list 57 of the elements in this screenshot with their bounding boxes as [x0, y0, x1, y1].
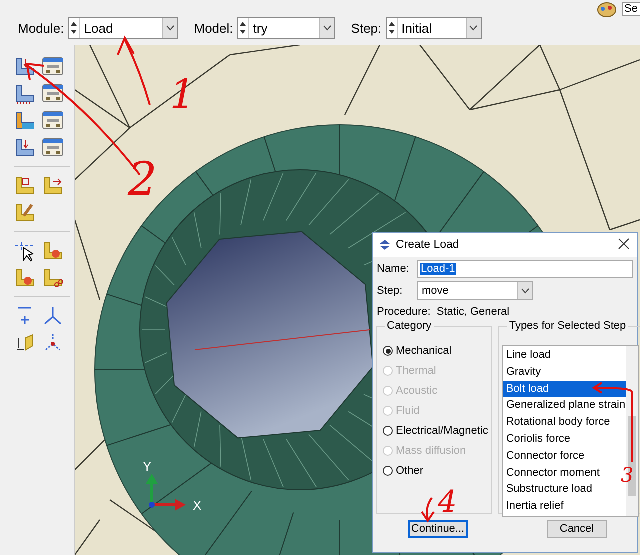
dialog-app-icon	[379, 240, 391, 250]
spinner-arrows-icon[interactable]	[388, 20, 396, 36]
axis-label: X	[193, 498, 202, 513]
field-label: Step:	[377, 284, 404, 296]
annotation-arrow	[421, 497, 435, 523]
step-dropdown[interactable]: move	[417, 281, 533, 300]
table-icon[interactable]	[42, 82, 64, 104]
axis-triad-drawing	[146, 474, 186, 511]
pick-icon[interactable]	[14, 240, 36, 262]
load-type-item[interactable]: Bolt load	[503, 380, 626, 398]
load-icon[interactable]	[14, 56, 36, 78]
category-option-label: Mechanical	[396, 345, 452, 357]
handwritten-number: 4	[438, 485, 458, 520]
radio-button[interactable]	[383, 426, 393, 436]
name-field[interactable]: Load-1	[417, 260, 633, 278]
procedure-label: Procedure:	[377, 306, 431, 318]
spinner-arrows-icon[interactable]	[70, 20, 78, 36]
radio-button[interactable]	[383, 346, 393, 356]
selector-label: Model:	[194, 20, 234, 36]
load-type-item[interactable]: Line load	[503, 347, 626, 364]
radio-button[interactable]	[383, 466, 393, 476]
load-type-item[interactable]: Rotational body force	[503, 414, 626, 431]
load-type-item[interactable]: Coriolis force	[503, 430, 626, 448]
selector-combo[interactable]: try	[237, 17, 336, 39]
selector-label: Step:	[351, 20, 382, 36]
category-option-label: Mass diffusion	[396, 445, 466, 457]
group-title: Category	[385, 320, 434, 332]
axis-label: Y	[143, 459, 152, 474]
procedure-value: Static, General	[436, 306, 510, 318]
search-field[interactable]: Se	[622, 2, 640, 16]
table-icon[interactable]	[42, 110, 64, 132]
category-option-label: Acoustic	[396, 385, 438, 397]
load-type-item[interactable]: Gravity	[503, 364, 626, 381]
load-type-item[interactable]: Inertia relief	[503, 498, 626, 515]
selector-combo[interactable]: Initial	[386, 17, 482, 39]
selector-label: Module:	[18, 20, 64, 36]
table-icon[interactable]	[42, 136, 64, 158]
load-type-item[interactable]: Connector force	[503, 448, 626, 465]
load-type-item[interactable]: Generalized plane strain	[503, 397, 626, 414]
load-icon[interactable]	[14, 136, 36, 158]
category-option-label: Electrical/Magnetic	[396, 425, 488, 437]
table-icon[interactable]	[42, 56, 64, 78]
group-title: Types for Selected Step	[507, 320, 628, 332]
datum-icon[interactable]	[14, 332, 36, 354]
selector-combo[interactable]: Load	[68, 17, 178, 39]
category-option-label: Other	[396, 465, 424, 477]
category-option-label: Fluid	[396, 405, 420, 417]
continue-button[interactable]: Continue...	[408, 520, 468, 538]
handwritten-number: 2	[128, 152, 158, 206]
dialog-title: Create Load	[396, 239, 460, 251]
spinner-arrows-icon[interactable]	[239, 20, 248, 36]
palette-icon[interactable]	[596, 0, 618, 18]
category-option-label: Thermal	[396, 365, 436, 377]
field-label: Name:	[377, 263, 410, 275]
close-button[interactable]	[617, 238, 631, 252]
cancel-button[interactable]: Cancel	[547, 520, 607, 538]
triad-icon[interactable]	[42, 304, 64, 326]
